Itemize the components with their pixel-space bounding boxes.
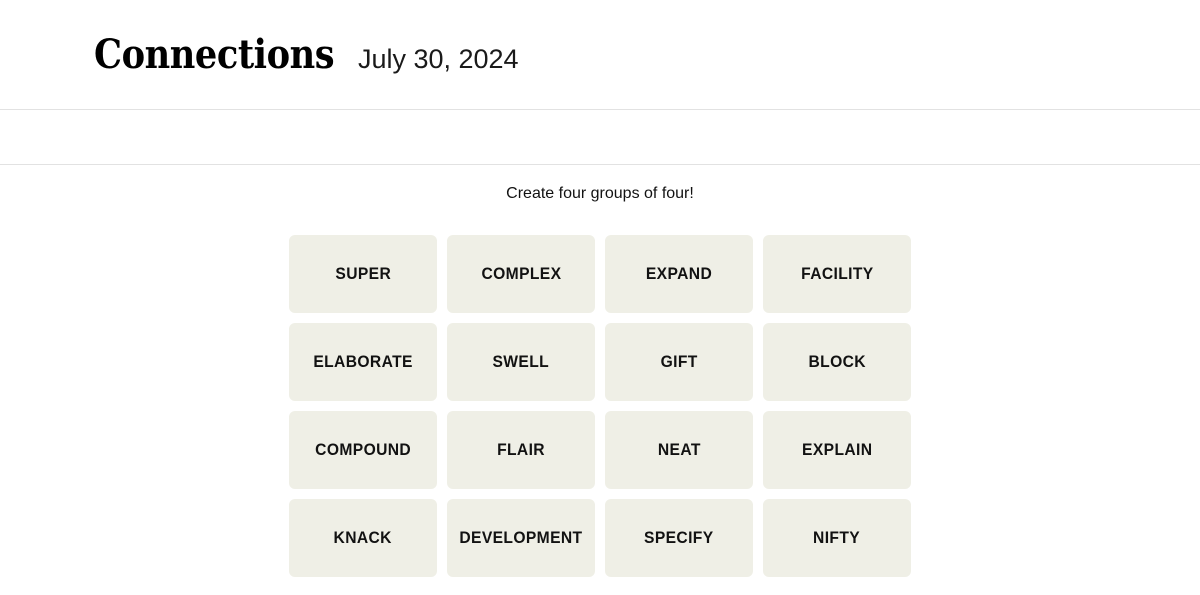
tile-label: ELABORATE <box>313 352 413 371</box>
tile-label: SPECIFY <box>644 528 714 547</box>
puzzle-tile[interactable]: SPECIFY <box>605 499 753 577</box>
puzzle-tile[interactable]: DEVELOPMENT <box>447 499 595 577</box>
tile-label: KNACK <box>333 528 393 547</box>
tile-label: BLOCK <box>808 352 866 371</box>
toolbar-strip <box>0 110 1200 165</box>
puzzle-tile[interactable]: SWELL <box>447 323 595 401</box>
tile-label: EXPAND <box>645 264 713 283</box>
puzzle-tile[interactable]: BLOCK <box>763 323 911 401</box>
puzzle-tile[interactable]: COMPOUND <box>289 411 437 489</box>
tile-label: NEAT <box>657 440 701 459</box>
tile-label: SUPER <box>335 264 391 283</box>
puzzle-tile[interactable]: KNACK <box>289 499 437 577</box>
game-main: Create four groups of four! SUPER COMPLE… <box>0 165 1200 577</box>
tile-label: NIFTY <box>813 528 861 547</box>
tile-label: EXPLAIN <box>801 440 873 459</box>
tile-label: SWELL <box>492 352 550 371</box>
puzzle-grid: SUPER COMPLEX EXPAND FACILITY ELABORATE … <box>289 235 911 577</box>
puzzle-tile[interactable]: FLAIR <box>447 411 595 489</box>
puzzle-tile[interactable]: NEAT <box>605 411 753 489</box>
brand-row: Connections July 30, 2024 <box>94 30 519 78</box>
tile-label: FLAIR <box>497 440 545 459</box>
tile-label: FACILITY <box>800 264 874 283</box>
puzzle-tile[interactable]: ELABORATE <box>289 323 437 401</box>
instruction-text: Create four groups of four! <box>506 185 694 202</box>
puzzle-tile[interactable]: EXPLAIN <box>763 411 911 489</box>
tile-label: COMPLEX <box>481 264 561 283</box>
puzzle-tile[interactable]: SUPER <box>289 235 437 313</box>
puzzle-date: July 30, 2024 <box>357 43 519 74</box>
puzzle-tile[interactable]: EXPAND <box>605 235 753 313</box>
puzzle-tile[interactable]: COMPLEX <box>447 235 595 313</box>
puzzle-tile[interactable]: GIFT <box>605 323 753 401</box>
tile-label: COMPOUND <box>315 440 411 459</box>
tile-label: GIFT <box>660 352 698 371</box>
puzzle-tile[interactable]: NIFTY <box>763 499 911 577</box>
site-header: Connections July 30, 2024 <box>0 0 1200 110</box>
page-title: Connections <box>94 30 335 78</box>
puzzle-tile[interactable]: FACILITY <box>763 235 911 313</box>
tile-label: DEVELOPMENT <box>459 528 583 547</box>
